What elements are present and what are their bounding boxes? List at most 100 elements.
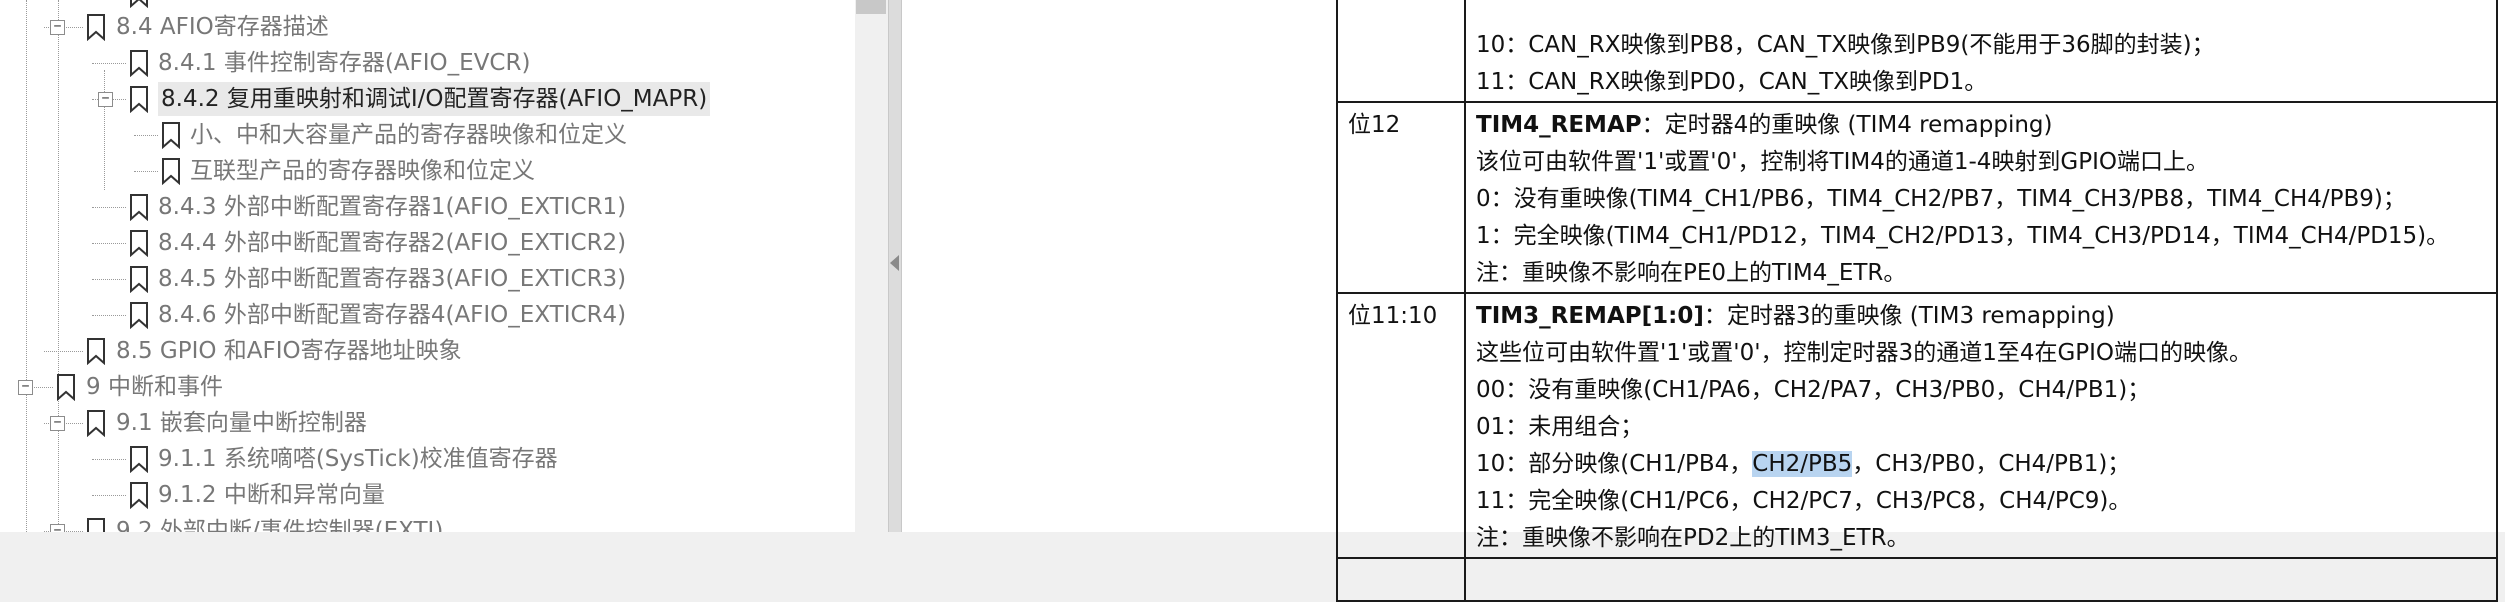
bookmark-label: 9.1 嵌套向量中断控制器 xyxy=(116,410,367,436)
table-row: 位11:10 TIM3_REMAP[1:0]：定时器3的重映像 (TIM3 rem… xyxy=(1336,292,2498,559)
description-line: 1：完全映像(TIM4_CH1/PD12，TIM4_CH2/PD13，TIM4_… xyxy=(1476,223,2450,249)
bit-position-cell xyxy=(1336,0,1466,103)
tree-connector-line xyxy=(92,243,126,244)
bookmark-label: 小、中和大容量产品的寄存器映像和位定义 xyxy=(190,122,627,148)
tree-connector-line xyxy=(92,207,126,208)
field-name: TIM3_REMAP[1:0] xyxy=(1476,303,1704,329)
description-line: 01：未用组合； xyxy=(1476,414,1644,440)
bit-position-label: 位12 xyxy=(1348,112,1401,138)
field-name: TIM4_REMAP xyxy=(1476,112,1642,138)
minus-box-icon[interactable]: − xyxy=(18,380,33,395)
description-line: 10：CAN_RX映像到PB8，CAN_TX映像到PB9(不能用于36脚的封装)… xyxy=(1476,32,2215,58)
bookmark-label: 8.4.3 外部中断配置寄存器1(AFIO_EXTICR1) xyxy=(158,194,627,220)
bit-position-cell: 位12 xyxy=(1336,101,1466,294)
bit-position-label: 位11:10 xyxy=(1348,303,1438,329)
sidebar-scrollbar[interactable] xyxy=(855,0,888,532)
bookmark-label: 互联型产品的寄存器映像和位定义 xyxy=(190,158,535,184)
bookmark-icon xyxy=(128,85,150,114)
tree-connector-line xyxy=(134,171,158,172)
bookmark-icon xyxy=(85,337,107,366)
sidebar-scrollbar-thumb[interactable] xyxy=(856,0,886,14)
bookmark-item[interactable]: 小、中和大容量产品的寄存器映像和位定义 xyxy=(0,117,850,153)
bookmark-icon xyxy=(55,373,77,402)
description-line: 0：没有重映像(TIM4_CH1/PB6，TIM4_CH2/PB7，TIM4_C… xyxy=(1476,186,2406,212)
bit-description-cell: TIM3_REMAP[1:0]：定时器3的重映像 (TIM3 remapping… xyxy=(1464,292,2498,559)
bookmark-item[interactable]: − 8.4.2 复用重映射和调试I/O配置寄存器(AFIO_MAPR) xyxy=(0,81,850,117)
description-line: 注：重映像不影响在PE0上的TIM4_ETR。 xyxy=(1476,260,1907,286)
bookmark-icon xyxy=(128,193,150,222)
description-line: 该位可由软件置'1'或置'0'，控制将TIM4的通道1-4映射到GPIO端口上。 xyxy=(1476,149,2210,175)
bookmark-icon xyxy=(128,481,150,510)
bit-description-cell: 10：CAN_RX映像到PB8，CAN_TX映像到PB9(不能用于36脚的封装)… xyxy=(1464,0,2498,103)
description-line: 00：没有重映像(CH1/PA6，CH2/PA7，CH3/PB0，CH4/PB1… xyxy=(1476,377,2151,403)
register-bit-table: 10：CAN_RX映像到PB8，CAN_TX映像到PB9(不能用于36脚的封装)… xyxy=(1336,0,2498,602)
triangle-left-icon[interactable] xyxy=(890,255,899,271)
tree-connector-line xyxy=(92,63,126,64)
description-line: 11：完全映像(CH1/PC6，CH2/PC7，CH3/PC8，CH4/PC9)… xyxy=(1476,488,2132,514)
bookmark-item[interactable]: − 9.2 外部中断/事件控制器(EXTI) xyxy=(0,513,850,532)
bookmark-item[interactable]: 互联型产品的寄存器映像和位定义 xyxy=(0,153,850,189)
description-line: TIM4_REMAP：定时器4的重映像 (TIM4 remapping) xyxy=(1476,112,2053,138)
bookmark-icon xyxy=(85,409,107,438)
description-line: 注：重映像不影响在PD2上的TIM3_ETR。 xyxy=(1476,525,1910,551)
bookmark-item[interactable]: 8.4.1 事件控制寄存器(AFIO_EVCR) xyxy=(0,45,850,81)
bookmark-label: 8.4.4 外部中断配置寄存器2(AFIO_EXTICR2) xyxy=(158,230,627,256)
document-page: 10：CAN_RX映像到PB8，CAN_TX映像到PB9(不能用于36脚的封装)… xyxy=(902,0,2505,602)
minus-box-icon[interactable]: − xyxy=(98,92,113,107)
bit-position-cell xyxy=(1336,557,1466,602)
panel-splitter[interactable] xyxy=(888,0,902,532)
tree-connector-line xyxy=(44,351,83,352)
tree-connector-line xyxy=(134,135,158,136)
bookmark-item[interactable]: − 9.1 嵌套向量中断控制器 xyxy=(0,405,850,441)
bookmark-panel: − 8.4 AFIO寄存器描述 8.4.1 事件控制寄存器(AFIO_EVCR) − 8… xyxy=(0,0,888,532)
bookmark-item[interactable]: − 8.4 AFIO寄存器描述 xyxy=(0,9,850,45)
bookmark-label: 8.4.6 外部中断配置寄存器4(AFIO_EXTICR4) xyxy=(158,302,627,328)
table-row: 位12 TIM4_REMAP：定时器4的重映像 (TIM4 remapping) 该… xyxy=(1336,101,2498,294)
bookmark-item[interactable]: 8.4.6 外部中断配置寄存器4(AFIO_EXTICR4) xyxy=(0,297,850,333)
bookmark-label: 8.4.2 复用重映射和调试I/O配置寄存器(AFIO_MAPR) xyxy=(158,82,711,116)
description-line: 这些位可由软件置'1'或置'0'，控制定时器3的通道1至4在GPIO端口的映像。 xyxy=(1476,340,2253,366)
bookmark-item[interactable]: 8.4.4 外部中断配置寄存器2(AFIO_EXTICR2) xyxy=(0,225,850,261)
bookmark-icon xyxy=(128,301,150,330)
minus-box-icon[interactable]: − xyxy=(50,524,65,532)
selected-text-highlight[interactable]: CH2/PB5 xyxy=(1752,451,1853,477)
bookmark-icon xyxy=(128,0,150,9)
minus-box-icon[interactable]: − xyxy=(50,416,65,431)
bookmark-item[interactable]: 8.4.3 外部中断配置寄存器1(AFIO_EXTICR1) xyxy=(0,189,850,225)
bit-description-cell: TIM4_REMAP：定时器4的重映像 (TIM4 remapping) 该位可由… xyxy=(1464,101,2498,294)
tree-connector-line xyxy=(92,459,126,460)
bookmark-item[interactable]: 9.1.1 系统嘀嗒(SysTick)校准值寄存器 xyxy=(0,441,850,477)
description-line: TIM3_REMAP[1:0]：定时器3的重映像 (TIM3 remapping… xyxy=(1476,303,2115,329)
bit-position-cell: 位11:10 xyxy=(1336,292,1466,559)
bookmark-item[interactable]: 8.4.5 外部中断配置寄存器3(AFIO_EXTICR3) xyxy=(0,261,850,297)
document-viewer[interactable]: 10：CAN_RX映像到PB8，CAN_TX映像到PB9(不能用于36脚的封装)… xyxy=(902,0,2505,602)
bookmark-icon xyxy=(128,49,150,78)
bit-position-label xyxy=(1348,563,1464,600)
bookmark-label: 8.4.5 外部中断配置寄存器3(AFIO_EXTICR3) xyxy=(158,266,627,292)
bookmark-item[interactable]: − 9 中断和事件 xyxy=(0,369,850,405)
bookmark-icon xyxy=(160,157,182,186)
bookmark-icon xyxy=(128,229,150,258)
bookmark-item[interactable]: 9.1.2 中断和异常向量 xyxy=(0,477,850,513)
bookmark-label: 9.1.1 系统嘀嗒(SysTick)校准值寄存器 xyxy=(158,446,558,472)
bookmark-label: 8.4.1 事件控制寄存器(AFIO_EVCR) xyxy=(158,50,531,76)
minus-box-icon[interactable]: − xyxy=(50,20,65,35)
bit-position-label xyxy=(1348,0,1464,34)
bookmark-icon xyxy=(160,121,182,150)
bookmark-label: 8.4 AFIO寄存器描述 xyxy=(116,14,329,40)
bookmark-icon xyxy=(85,517,107,532)
tree-connector-line xyxy=(92,279,126,280)
bookmark-label: 9.2 外部中断/事件控制器(EXTI) xyxy=(116,518,444,532)
bookmark-icon xyxy=(85,13,107,42)
description-line: 10：部分映像(CH1/PB4，CH2/PB5，CH3/PB0，CH4/PB1)… xyxy=(1476,451,2131,477)
bookmark-item[interactable]: 8.5 GPIO 和AFIO寄存器地址映象 xyxy=(0,333,850,369)
bookmark-icon xyxy=(128,265,150,294)
bookmark-icon xyxy=(128,445,150,474)
bookmark-label: 9.1.2 中断和异常向量 xyxy=(158,482,385,508)
table-row xyxy=(1336,557,2498,602)
bookmark-label: 8.5 GPIO 和AFIO寄存器地址映象 xyxy=(116,338,462,364)
table-row: 10：CAN_RX映像到PB8，CAN_TX映像到PB9(不能用于36脚的封装)… xyxy=(1336,0,2498,103)
bit-description-cell xyxy=(1464,557,2498,602)
tree-connector-line xyxy=(92,495,126,496)
description-line: 11：CAN_RX映像到PD0，CAN_TX映像到PD1。 xyxy=(1476,69,1988,95)
